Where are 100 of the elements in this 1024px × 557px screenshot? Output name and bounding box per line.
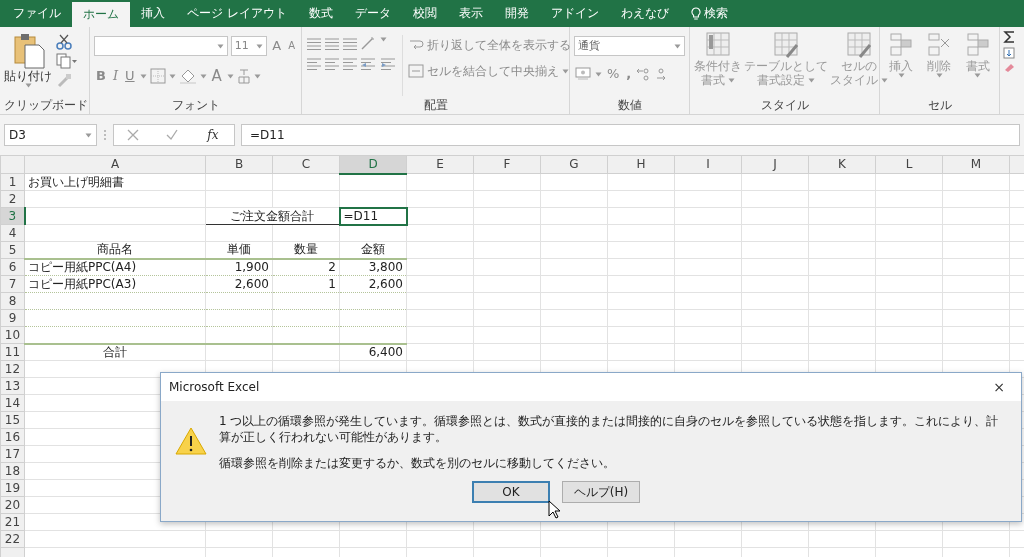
format-painter-icon[interactable]: [56, 72, 72, 88]
clipboard-icon: [11, 31, 45, 69]
ribbon-tab[interactable]: ページ レイアウト: [176, 0, 298, 27]
caret-icon: [562, 68, 569, 74]
table-cell: コピー用紙PPC(A3): [24, 275, 206, 293]
cancel-icon[interactable]: [127, 129, 140, 141]
formula-field[interactable]: =D11: [241, 124, 1020, 146]
name-box[interactable]: D3: [4, 124, 97, 146]
dialog-button[interactable]: ヘルプ(H): [562, 481, 640, 503]
ribbon-tab[interactable]: 表示: [447, 0, 494, 27]
center-icon[interactable]: [324, 57, 340, 71]
table-cell: 1,900: [205, 258, 273, 276]
table-cell: 3,800: [339, 258, 407, 276]
dialog-button[interactable]: OK: [472, 481, 550, 503]
number-format-field[interactable]: 通貨: [574, 36, 685, 56]
insert-function-button[interactable]: fx: [205, 125, 221, 145]
caret-icon: [256, 43, 264, 49]
column-header[interactable]: M: [942, 155, 1010, 174]
table-cell: 合計: [24, 343, 206, 361]
ribbon-tab[interactable]: 校閲: [401, 0, 448, 27]
group-label: スタイル: [759, 97, 810, 114]
middle-align-icon[interactable]: [324, 37, 340, 51]
ribbon-tab[interactable]: ホーム: [72, 2, 130, 27]
ribbon-tab[interactable]: アドイン: [539, 0, 610, 27]
column-header[interactable]: K: [808, 155, 876, 174]
increase-indent-icon[interactable]: [380, 57, 398, 71]
format-cells-icon: [964, 31, 991, 59]
column-header[interactable]: A: [24, 155, 206, 174]
fill-icon[interactable]: [1003, 47, 1015, 59]
close-button[interactable]: ×: [991, 377, 1007, 397]
lightbulb-icon: [690, 6, 701, 21]
caret-icon: [85, 132, 92, 138]
table-cell: 6,400: [339, 343, 407, 361]
table-cell: 2,600: [339, 275, 407, 293]
column-header[interactable]: L: [875, 155, 943, 174]
eraser-icon[interactable]: [1003, 62, 1015, 72]
table-cell: 2,600: [205, 275, 273, 293]
caret-icon: [936, 73, 943, 78]
message-text: 循環参照を削除または変更するか、数式を別のセルに移動してください。: [219, 455, 616, 471]
check-icon[interactable]: [166, 129, 179, 141]
group-label: セル: [926, 97, 953, 114]
ribbon-tab[interactable]: 数式: [297, 0, 344, 27]
copy-icon[interactable]: [56, 53, 78, 69]
caret-icon: [728, 77, 735, 83]
group-label: 数値: [616, 97, 643, 114]
column-header[interactable]: J: [741, 155, 809, 174]
table-cell: コピー用紙PPC(A4): [24, 258, 206, 276]
ribbon-tab[interactable]: 開発: [493, 0, 540, 27]
column-header[interactable]: B: [205, 155, 273, 174]
insert-cells-icon: [888, 31, 915, 59]
dialog-title: Microsoft Excel: [169, 379, 260, 396]
fill-color-icon[interactable]: [178, 68, 197, 84]
wrap-text-icon: [408, 38, 424, 52]
caret-icon: [24, 83, 32, 88]
select-all-corner[interactable]: [0, 155, 25, 174]
group-label: 配置: [422, 97, 449, 114]
group-label: クリップボード: [4, 97, 85, 114]
caret-icon: [226, 73, 234, 79]
caret-icon: [674, 43, 681, 49]
ribbon-tab[interactable]: 挿入: [130, 0, 176, 27]
font-name-field[interactable]: [94, 36, 228, 56]
table-cell: 数量: [272, 241, 340, 259]
align-right-icon[interactable]: [342, 57, 358, 71]
table-cell: 商品名: [24, 241, 206, 259]
table-cell: お買い上げ明細書: [24, 173, 206, 191]
column-header[interactable]: C: [272, 155, 340, 174]
mouse-pointer-icon: [548, 500, 560, 519]
table-cell: 1: [272, 275, 340, 293]
tell-me-search[interactable]: 検索: [679, 0, 739, 27]
table-cell: ご注文金額合計: [205, 207, 340, 225]
ribbon-tab[interactable]: データ: [343, 0, 402, 27]
column-header[interactable]: D: [339, 155, 407, 174]
phonetic-guide-icon[interactable]: [236, 68, 251, 84]
paste-button[interactable]: 貼り付け: [4, 31, 52, 96]
top-align-icon[interactable]: [306, 37, 322, 51]
column-header[interactable]: G: [540, 155, 608, 174]
caret-icon: [595, 71, 602, 77]
bottom-align-icon[interactable]: [342, 37, 358, 51]
warning-icon: [175, 427, 207, 455]
table-cell: 2: [272, 258, 340, 276]
more-icon: [103, 129, 107, 141]
scissors-icon[interactable]: [56, 34, 72, 50]
ribbon-tab[interactable]: わえなび: [609, 0, 680, 27]
currency-icon[interactable]: [574, 66, 592, 82]
column-header[interactable]: I: [674, 155, 742, 174]
autosum-icon[interactable]: [1003, 30, 1015, 44]
column-header[interactable]: H: [607, 155, 675, 174]
caret-icon: [139, 73, 147, 79]
decrease-indent-icon[interactable]: [360, 57, 378, 71]
caret-icon: [897, 73, 905, 78]
ribbon-tab[interactable]: ファイル: [2, 0, 72, 27]
column-header[interactable]: F: [473, 155, 541, 174]
caret-icon: [216, 43, 224, 49]
borders-icon[interactable]: [149, 68, 166, 84]
align-left-icon[interactable]: [306, 57, 322, 71]
caret-icon: [253, 73, 261, 79]
caret-icon: [881, 77, 888, 83]
column-header[interactable]: E: [406, 155, 474, 174]
font-size-field[interactable]: 11: [230, 36, 268, 56]
caret-icon: [168, 73, 176, 79]
